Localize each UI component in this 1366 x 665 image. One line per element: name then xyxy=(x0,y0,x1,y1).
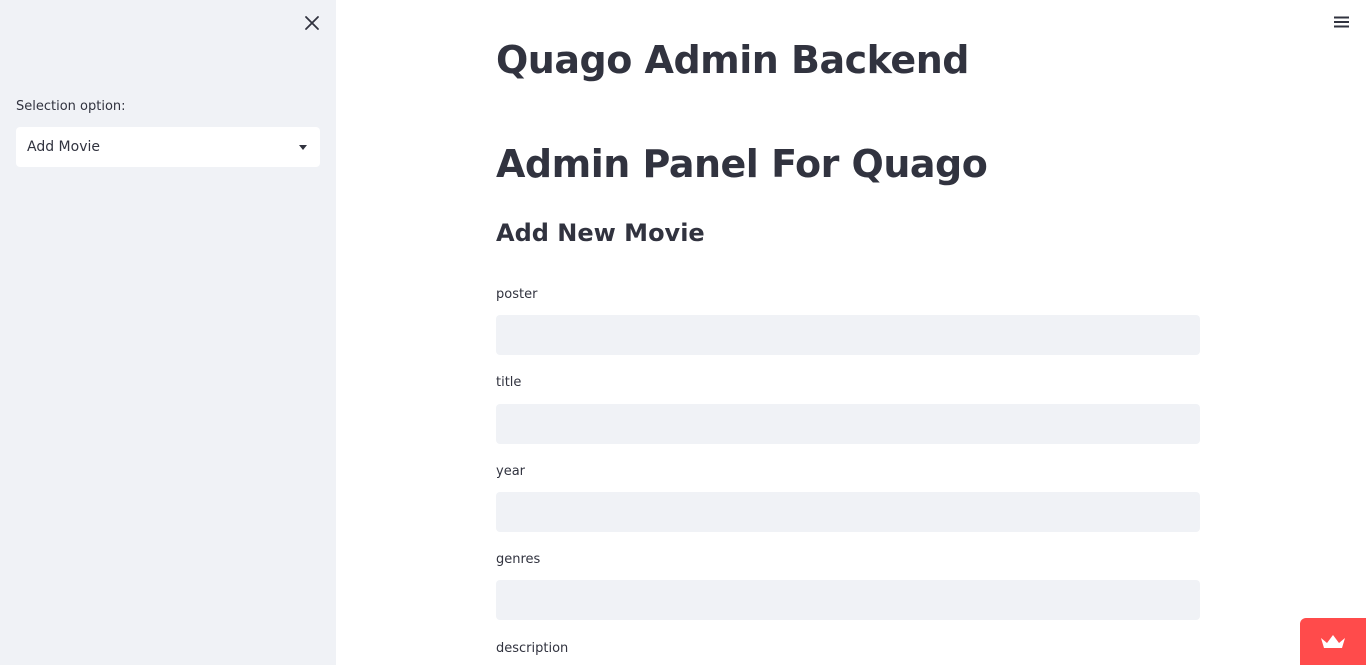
app-window: Selection option: Add Movie Quago Admin … xyxy=(0,0,1366,665)
streamlit-badge[interactable] xyxy=(1300,618,1366,665)
hamburger-menu-icon xyxy=(1334,16,1349,28)
poster-label: poster xyxy=(496,287,538,302)
year-label: year xyxy=(496,464,526,479)
genres-label: genres xyxy=(496,552,541,567)
poster-input[interactable] xyxy=(496,315,1200,355)
main-menu-button[interactable] xyxy=(1333,12,1351,32)
select-value: Add Movie xyxy=(27,139,100,155)
selection-dropdown[interactable]: Add Movie xyxy=(16,127,320,167)
sidebar: Selection option: Add Movie xyxy=(0,0,336,665)
main-content: Quago Admin Backend Admin Panel For Quag… xyxy=(336,0,1366,665)
page-title: Quago Admin Backend xyxy=(496,38,969,82)
panel-title: Admin Panel For Quago xyxy=(496,142,988,186)
caret-down-icon xyxy=(299,145,307,150)
title-input[interactable] xyxy=(496,404,1200,444)
section-title: Add New Movie xyxy=(496,219,705,247)
genres-input[interactable] xyxy=(496,580,1200,620)
close-icon xyxy=(305,16,319,30)
title-label: title xyxy=(496,375,522,390)
description-label: description xyxy=(496,641,569,656)
select-label: Selection option: xyxy=(16,99,126,114)
crown-icon xyxy=(1321,634,1345,648)
year-input[interactable] xyxy=(496,492,1200,532)
close-sidebar-button[interactable] xyxy=(302,13,322,33)
